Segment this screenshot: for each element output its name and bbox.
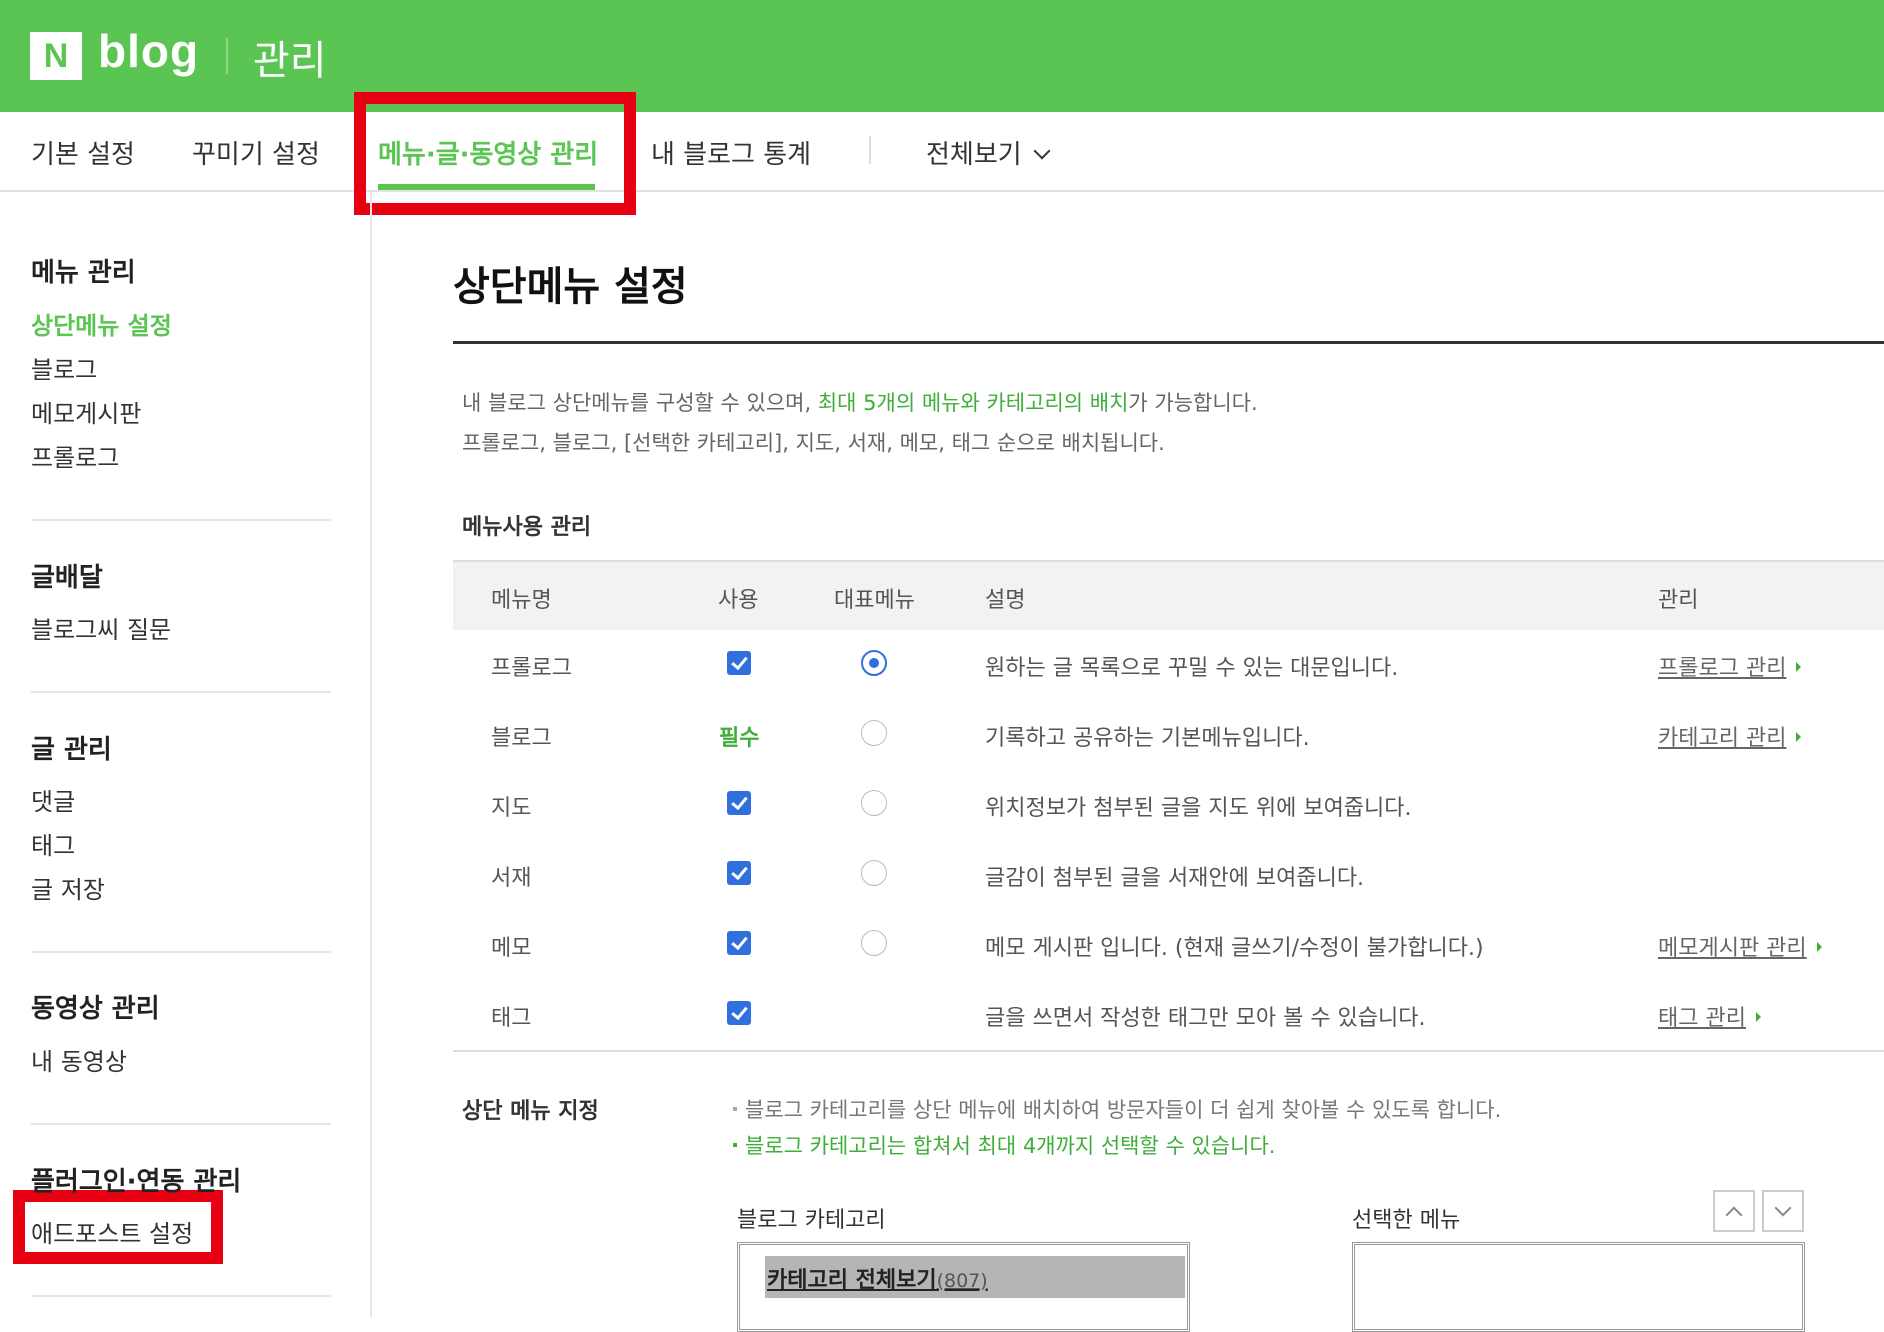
col-header-manage: 관리 bbox=[1658, 588, 1699, 613]
header-title: 관리 bbox=[253, 38, 327, 84]
description-line-2: 프롤로그, 블로그, [선택한 카테고리], 지도, 서재, 메모, 태그 순으… bbox=[462, 431, 1165, 455]
col-header-main-menu: 대표메뉴 bbox=[834, 588, 915, 613]
row-description: 메모 게시판 입니다. (현재 글쓰기/수정이 불가합니다.) bbox=[985, 936, 1484, 961]
row-name: 서재 bbox=[491, 866, 532, 891]
memo-board-manage-link[interactable]: 메모게시판 관리 bbox=[1658, 930, 1822, 962]
sidebar-divider bbox=[31, 691, 331, 693]
sidebar-title-menu: 메뉴 관리 bbox=[31, 258, 136, 288]
col-header-menu-name: 메뉴명 bbox=[491, 588, 552, 613]
sidebar-item-memo-board[interactable]: 메모게시판 bbox=[31, 394, 141, 429]
main-menu-radio[interactable] bbox=[861, 860, 887, 886]
note-1: 블로그 카테고리를 상단 메뉴에 배치하여 방문자들이 더 쉽게 찾아볼 수 있… bbox=[733, 1094, 1501, 1124]
sidebar-item-tags[interactable]: 태그 bbox=[31, 826, 75, 861]
arrow-right-icon bbox=[1796, 732, 1802, 742]
selected-menu-label: 선택한 메뉴 bbox=[1352, 1208, 1461, 1233]
app-header: N blog 관리 bbox=[0, 0, 1884, 112]
use-checkbox[interactable] bbox=[727, 861, 751, 885]
use-checkbox[interactable] bbox=[727, 651, 751, 675]
category-manage-link[interactable]: 카테고리 관리 bbox=[1658, 720, 1802, 752]
tab-design-settings[interactable]: 꾸미기 설정 bbox=[192, 134, 320, 171]
sidebar-title-video: 동영상 관리 bbox=[31, 994, 160, 1024]
row-name: 지도 bbox=[491, 796, 532, 821]
tag-manage-link[interactable]: 태그 관리 bbox=[1658, 1000, 1761, 1032]
view-all-dropdown[interactable]: 전체보기 bbox=[926, 134, 1051, 171]
main-menu-radio[interactable] bbox=[861, 930, 887, 956]
note-2: 블로그 카테고리는 합쳐서 최대 4개까지 선택할 수 있습니다. bbox=[733, 1130, 1275, 1160]
sidebar-item-blog[interactable]: 블로그 bbox=[31, 350, 97, 385]
tab-blog-stats[interactable]: 내 블로그 통계 bbox=[651, 134, 811, 171]
category-list-label: 블로그 카테고리 bbox=[737, 1208, 886, 1233]
use-checkbox[interactable] bbox=[727, 1001, 751, 1025]
sidebar-divider bbox=[31, 1123, 331, 1125]
naver-logo-icon[interactable]: N bbox=[30, 32, 82, 80]
row-description: 글감이 첨부된 글을 서재안에 보여줍니다. bbox=[985, 866, 1365, 891]
sidebar-title-plugins: 플러그인·연동 관리 bbox=[31, 1167, 242, 1197]
arrow-right-icon bbox=[1755, 1012, 1761, 1022]
sidebar-divider bbox=[31, 951, 331, 953]
usage-section-title: 메뉴사용 관리 bbox=[462, 515, 592, 540]
row-name: 태그 bbox=[491, 1006, 532, 1031]
main-menu-radio[interactable] bbox=[861, 720, 887, 746]
nav-divider bbox=[869, 136, 871, 164]
main-menu-radio[interactable] bbox=[861, 790, 887, 816]
category-count: (807) bbox=[936, 1270, 988, 1292]
sidebar-item-top-menu[interactable]: 상단메뉴 설정 bbox=[31, 306, 172, 341]
category-all-item[interactable]: 카테고리 전체보기(807) bbox=[767, 1262, 988, 1294]
arrow-right-icon bbox=[1796, 662, 1802, 672]
title-divider bbox=[453, 341, 1884, 344]
tab-basic-settings[interactable]: 기본 설정 bbox=[31, 134, 135, 171]
col-header-use: 사용 bbox=[718, 588, 759, 613]
row-description: 기록하고 공유하는 기본메뉴입니다. bbox=[985, 726, 1310, 751]
move-down-button[interactable] bbox=[1762, 1190, 1804, 1232]
main-menu-radio[interactable] bbox=[861, 650, 887, 676]
highlight-box-tab bbox=[354, 92, 636, 215]
move-up-button[interactable] bbox=[1713, 1190, 1755, 1232]
view-all-label: 전체보기 bbox=[926, 140, 1022, 170]
page-title: 상단메뉴 설정 bbox=[453, 264, 688, 310]
sidebar-title-delivery: 글배달 bbox=[31, 563, 103, 593]
sidebar-title-posts: 글 관리 bbox=[31, 735, 112, 765]
row-name: 메모 bbox=[491, 936, 532, 961]
description-line-1: 내 블로그 상단메뉴를 구성할 수 있으며, 최대 5개의 메뉴와 카테고리의 … bbox=[462, 391, 1258, 415]
sidebar-divider bbox=[31, 1295, 331, 1297]
use-checkbox[interactable] bbox=[727, 931, 751, 955]
sidebar-item-prologue[interactable]: 프롤로그 bbox=[31, 438, 119, 473]
chevron-down-icon bbox=[1033, 142, 1051, 160]
sidebar-item-comments[interactable]: 댓글 bbox=[31, 782, 75, 817]
blog-logo[interactable]: blog bbox=[98, 24, 199, 78]
bullet-icon bbox=[733, 1107, 737, 1111]
row-description: 원하는 글 목록으로 꾸밀 수 있는 대문입니다. bbox=[985, 656, 1399, 681]
table-bottom-border bbox=[453, 1050, 1884, 1052]
prologue-manage-link[interactable]: 프롤로그 관리 bbox=[1658, 650, 1802, 682]
row-description: 위치정보가 첨부된 글을 지도 위에 보여줍니다. bbox=[985, 796, 1412, 821]
sidebar-divider bbox=[31, 519, 331, 521]
header-divider bbox=[226, 38, 228, 74]
description-highlight: 최대 5개의 메뉴와 카테고리의 배치 bbox=[817, 391, 1129, 415]
row-description: 글을 쓰면서 작성한 태그만 모아 볼 수 있습니다. bbox=[985, 1006, 1426, 1031]
sidebar-item-adpost[interactable]: 애드포스트 설정 bbox=[31, 1214, 193, 1249]
arrow-right-icon bbox=[1816, 942, 1822, 952]
row-name: 프롤로그 bbox=[491, 656, 572, 681]
bullet-icon bbox=[733, 1143, 737, 1147]
required-label: 필수 bbox=[719, 726, 760, 751]
col-header-description: 설명 bbox=[985, 588, 1026, 613]
top-menu-section-title: 상단 메뉴 지정 bbox=[462, 1099, 599, 1124]
sidebar-item-post-save[interactable]: 글 저장 bbox=[31, 870, 105, 905]
selected-menu-listbox[interactable] bbox=[1352, 1242, 1805, 1332]
sidebar-item-my-videos[interactable]: 내 동영상 bbox=[31, 1042, 127, 1077]
row-name: 블로그 bbox=[491, 726, 552, 751]
sidebar-item-blogc-question[interactable]: 블로그씨 질문 bbox=[31, 610, 171, 645]
use-checkbox[interactable] bbox=[727, 791, 751, 815]
